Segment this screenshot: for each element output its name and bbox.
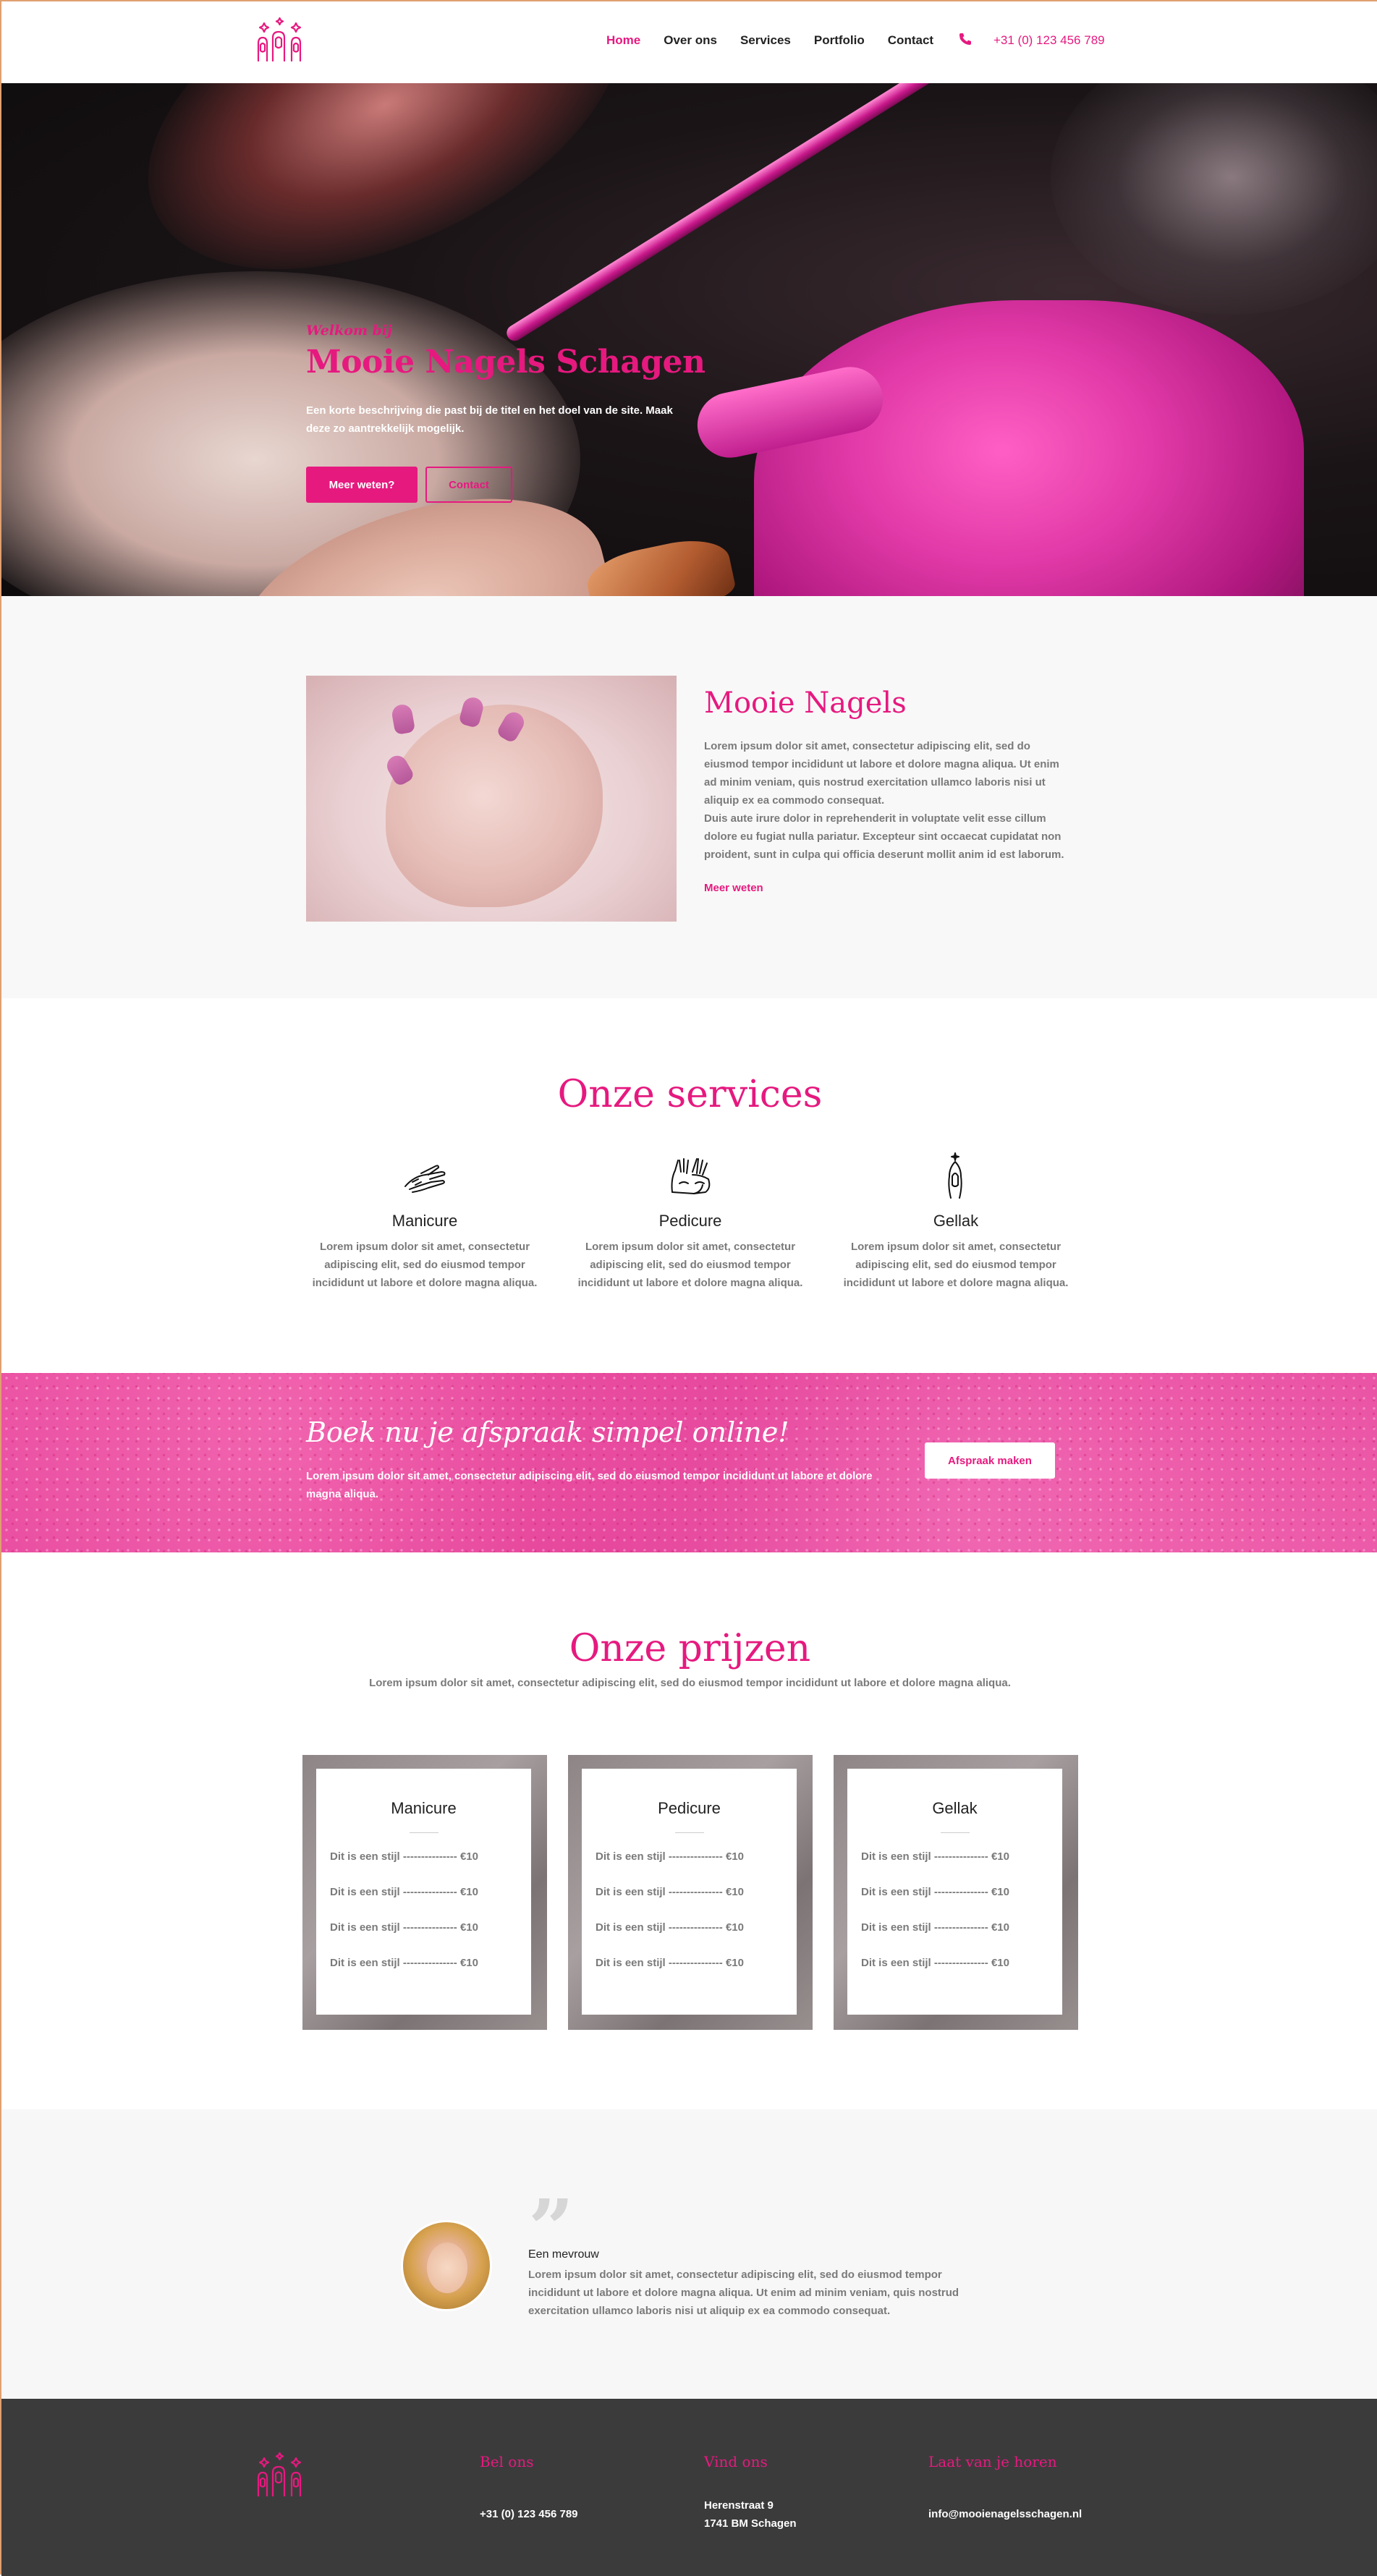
hero-glove-shape (754, 300, 1304, 596)
manicure-icon (404, 1165, 446, 1193)
divider (674, 1832, 704, 1833)
hero-nail-tip-shape (582, 532, 738, 596)
price-row: Dit is een stijl --------------- €10 (596, 1886, 744, 1898)
testimonial-avatar (401, 2220, 492, 2311)
header-phone[interactable]: +31 (0) 123 456 789 (993, 33, 1105, 48)
price-row: Dit is een stijl --------------- €10 (596, 1921, 744, 1934)
footer-address-line2: 1741 BM Schagen (704, 2517, 797, 2530)
price-row: Dit is een stijl --------------- €10 (330, 1886, 478, 1898)
price-card-title: Manicure (391, 1799, 457, 1817)
about-nail-shape (390, 702, 416, 736)
hero-description: Een korte beschrijving die past bij de t… (306, 404, 673, 435)
avatar-face-shape (427, 2243, 467, 2293)
hero-kicker: Welkom bij (306, 323, 393, 339)
service-card-gellak: Gellak Lorem ipsum dolor sit amet, conse… (836, 1150, 1075, 1292)
about-paragraph-2: Duis aute irure dolor in reprehenderit i… (704, 812, 1064, 861)
price-card-body: Gellak Dit is een stijl --------------- … (847, 1769, 1062, 2015)
footer-mail-title: Laat van je horen (928, 2453, 1057, 2470)
testimonial-text: Lorem ipsum dolor sit amet, consectetur … (528, 2269, 959, 2317)
afspraak-maken-button[interactable]: Afspraak maken (925, 1442, 1055, 1479)
services-title: Onze services (557, 1073, 823, 1116)
glitter-texture (1, 1373, 1377, 1552)
footer-call-title: Bel ons (480, 2453, 534, 2470)
divider (409, 1832, 438, 1833)
site-footer: Bel ons +31 (0) 123 456 789 Vind ons Her… (1, 2399, 1377, 2576)
nav-home[interactable]: Home (606, 33, 640, 48)
footer-call: Bel ons +31 (0) 123 456 789 (480, 2453, 578, 2523)
prices-section: Onze prijzen Lorem ipsum dolor sit amet,… (1, 1552, 1377, 2109)
testimonial-section: ” Een mevrouw Lorem ipsum dolor sit amet… (1, 2109, 1377, 2399)
services-section: Onze services Manicure Lorem ipsum dolor… (1, 998, 1377, 1373)
about-title: Mooie Nagels (704, 686, 907, 720)
nav-services[interactable]: Services (740, 33, 791, 48)
price-card-title: Pedicure (658, 1799, 721, 1817)
nav-over-ons[interactable]: Over ons (664, 33, 717, 48)
price-row: Dit is een stijl --------------- €10 (330, 1957, 478, 1969)
price-row: Dit is een stijl --------------- €10 (330, 1921, 478, 1934)
booking-title: Boek nu je afspraak simpel online! (306, 1416, 789, 1448)
booking-banner: Boek nu je afspraak simpel online! Lorem… (1, 1373, 1377, 1552)
divider (940, 1832, 970, 1833)
meer-weten-link[interactable]: Meer weten (704, 882, 763, 894)
about-section: Mooie Nagels Lorem ipsum dolor sit amet,… (1, 596, 1377, 998)
price-row: Dit is een stijl --------------- €10 (861, 1957, 1009, 1969)
footer-find: Vind ons Herenstraat 9 1741 BM Schagen (704, 2453, 797, 2533)
price-row: Dit is een stijl --------------- €10 (861, 1921, 1009, 1934)
price-row: Dit is een stijl --------------- €10 (861, 1886, 1009, 1898)
nav-portfolio[interactable]: Portfolio (814, 33, 865, 48)
contact-button[interactable]: Contact (425, 467, 512, 503)
price-row: Dit is een stijl --------------- €10 (596, 1957, 744, 1969)
footer-mail: Laat van je horen info@mooienagelsschage… (928, 2453, 1082, 2523)
pedicure-icon (671, 1158, 711, 1194)
hero-section: Welkom bij Mooie Nagels Schagen Een kort… (1, 83, 1377, 596)
nav-contact[interactable]: Contact (888, 33, 933, 48)
hero-title: Mooie Nagels Schagen (306, 344, 706, 381)
logo-nails-icon[interactable] (254, 16, 305, 67)
booking-text: Lorem ipsum dolor sit amet, consectetur … (306, 1470, 873, 1500)
price-card-body: Manicure Dit is een stijl --------------… (316, 1769, 531, 2015)
about-hand-shape (386, 705, 603, 907)
service-card-pedicure: Pedicure Lorem ipsum dolor sit amet, con… (571, 1150, 810, 1292)
footer-find-title: Vind ons (704, 2453, 768, 2470)
service-name: Manicure (391, 1212, 458, 1230)
about-image (306, 676, 677, 922)
about-text: Lorem ipsum dolor sit amet, consectetur … (704, 737, 1066, 864)
hero-bg-shape (1051, 83, 1377, 315)
price-card-pedicure: Pedicure Dit is een stijl --------------… (568, 1755, 813, 2030)
price-row: Dit is een stijl --------------- €10 (330, 1850, 478, 1863)
footer-address-line1: Herenstraat 9 (704, 2499, 774, 2512)
price-card-manicure: Manicure Dit is een stijl --------------… (302, 1755, 547, 2030)
service-text: Lorem ipsum dolor sit amet, consectetur … (843, 1241, 1069, 1289)
price-card-title: Gellak (932, 1799, 978, 1817)
price-card-gellak: Gellak Dit is een stijl --------------- … (834, 1755, 1078, 2030)
service-name: Pedicure (658, 1212, 722, 1230)
footer-logo-nails-icon[interactable] (254, 2451, 305, 2501)
prices-title: Onze prijzen (569, 1627, 811, 1670)
testimonial-name: Een mevrouw (528, 2248, 599, 2261)
meer-weten-button[interactable]: Meer weten? (306, 467, 418, 503)
gellak-icon (948, 1152, 962, 1199)
price-card-body: Pedicure Dit is een stijl --------------… (582, 1769, 797, 2015)
service-text: Lorem ipsum dolor sit amet, consectetur … (577, 1241, 803, 1289)
about-paragraph-1: Lorem ipsum dolor sit amet, consectetur … (704, 740, 1059, 807)
price-row: Dit is een stijl --------------- €10 (861, 1850, 1009, 1863)
price-row: Dit is een stijl --------------- €10 (596, 1850, 744, 1863)
phone-icon (959, 33, 971, 45)
footer-phone[interactable]: +31 (0) 123 456 789 (480, 2505, 578, 2523)
service-name: Gellak (933, 1212, 979, 1230)
main-nav: Home Over ons Services Portfolio Contact (606, 33, 957, 48)
prices-subtitle: Lorem ipsum dolor sit amet, consectetur … (369, 1677, 1011, 1689)
site-header: Home Over ons Services Portfolio Contact… (1, 1, 1377, 83)
footer-email[interactable]: info@mooienagelsschagen.nl (928, 2505, 1082, 2523)
service-text: Lorem ipsum dolor sit amet, consectetur … (312, 1241, 538, 1289)
service-card-manicure: Manicure Lorem ipsum dolor sit amet, con… (305, 1150, 544, 1292)
